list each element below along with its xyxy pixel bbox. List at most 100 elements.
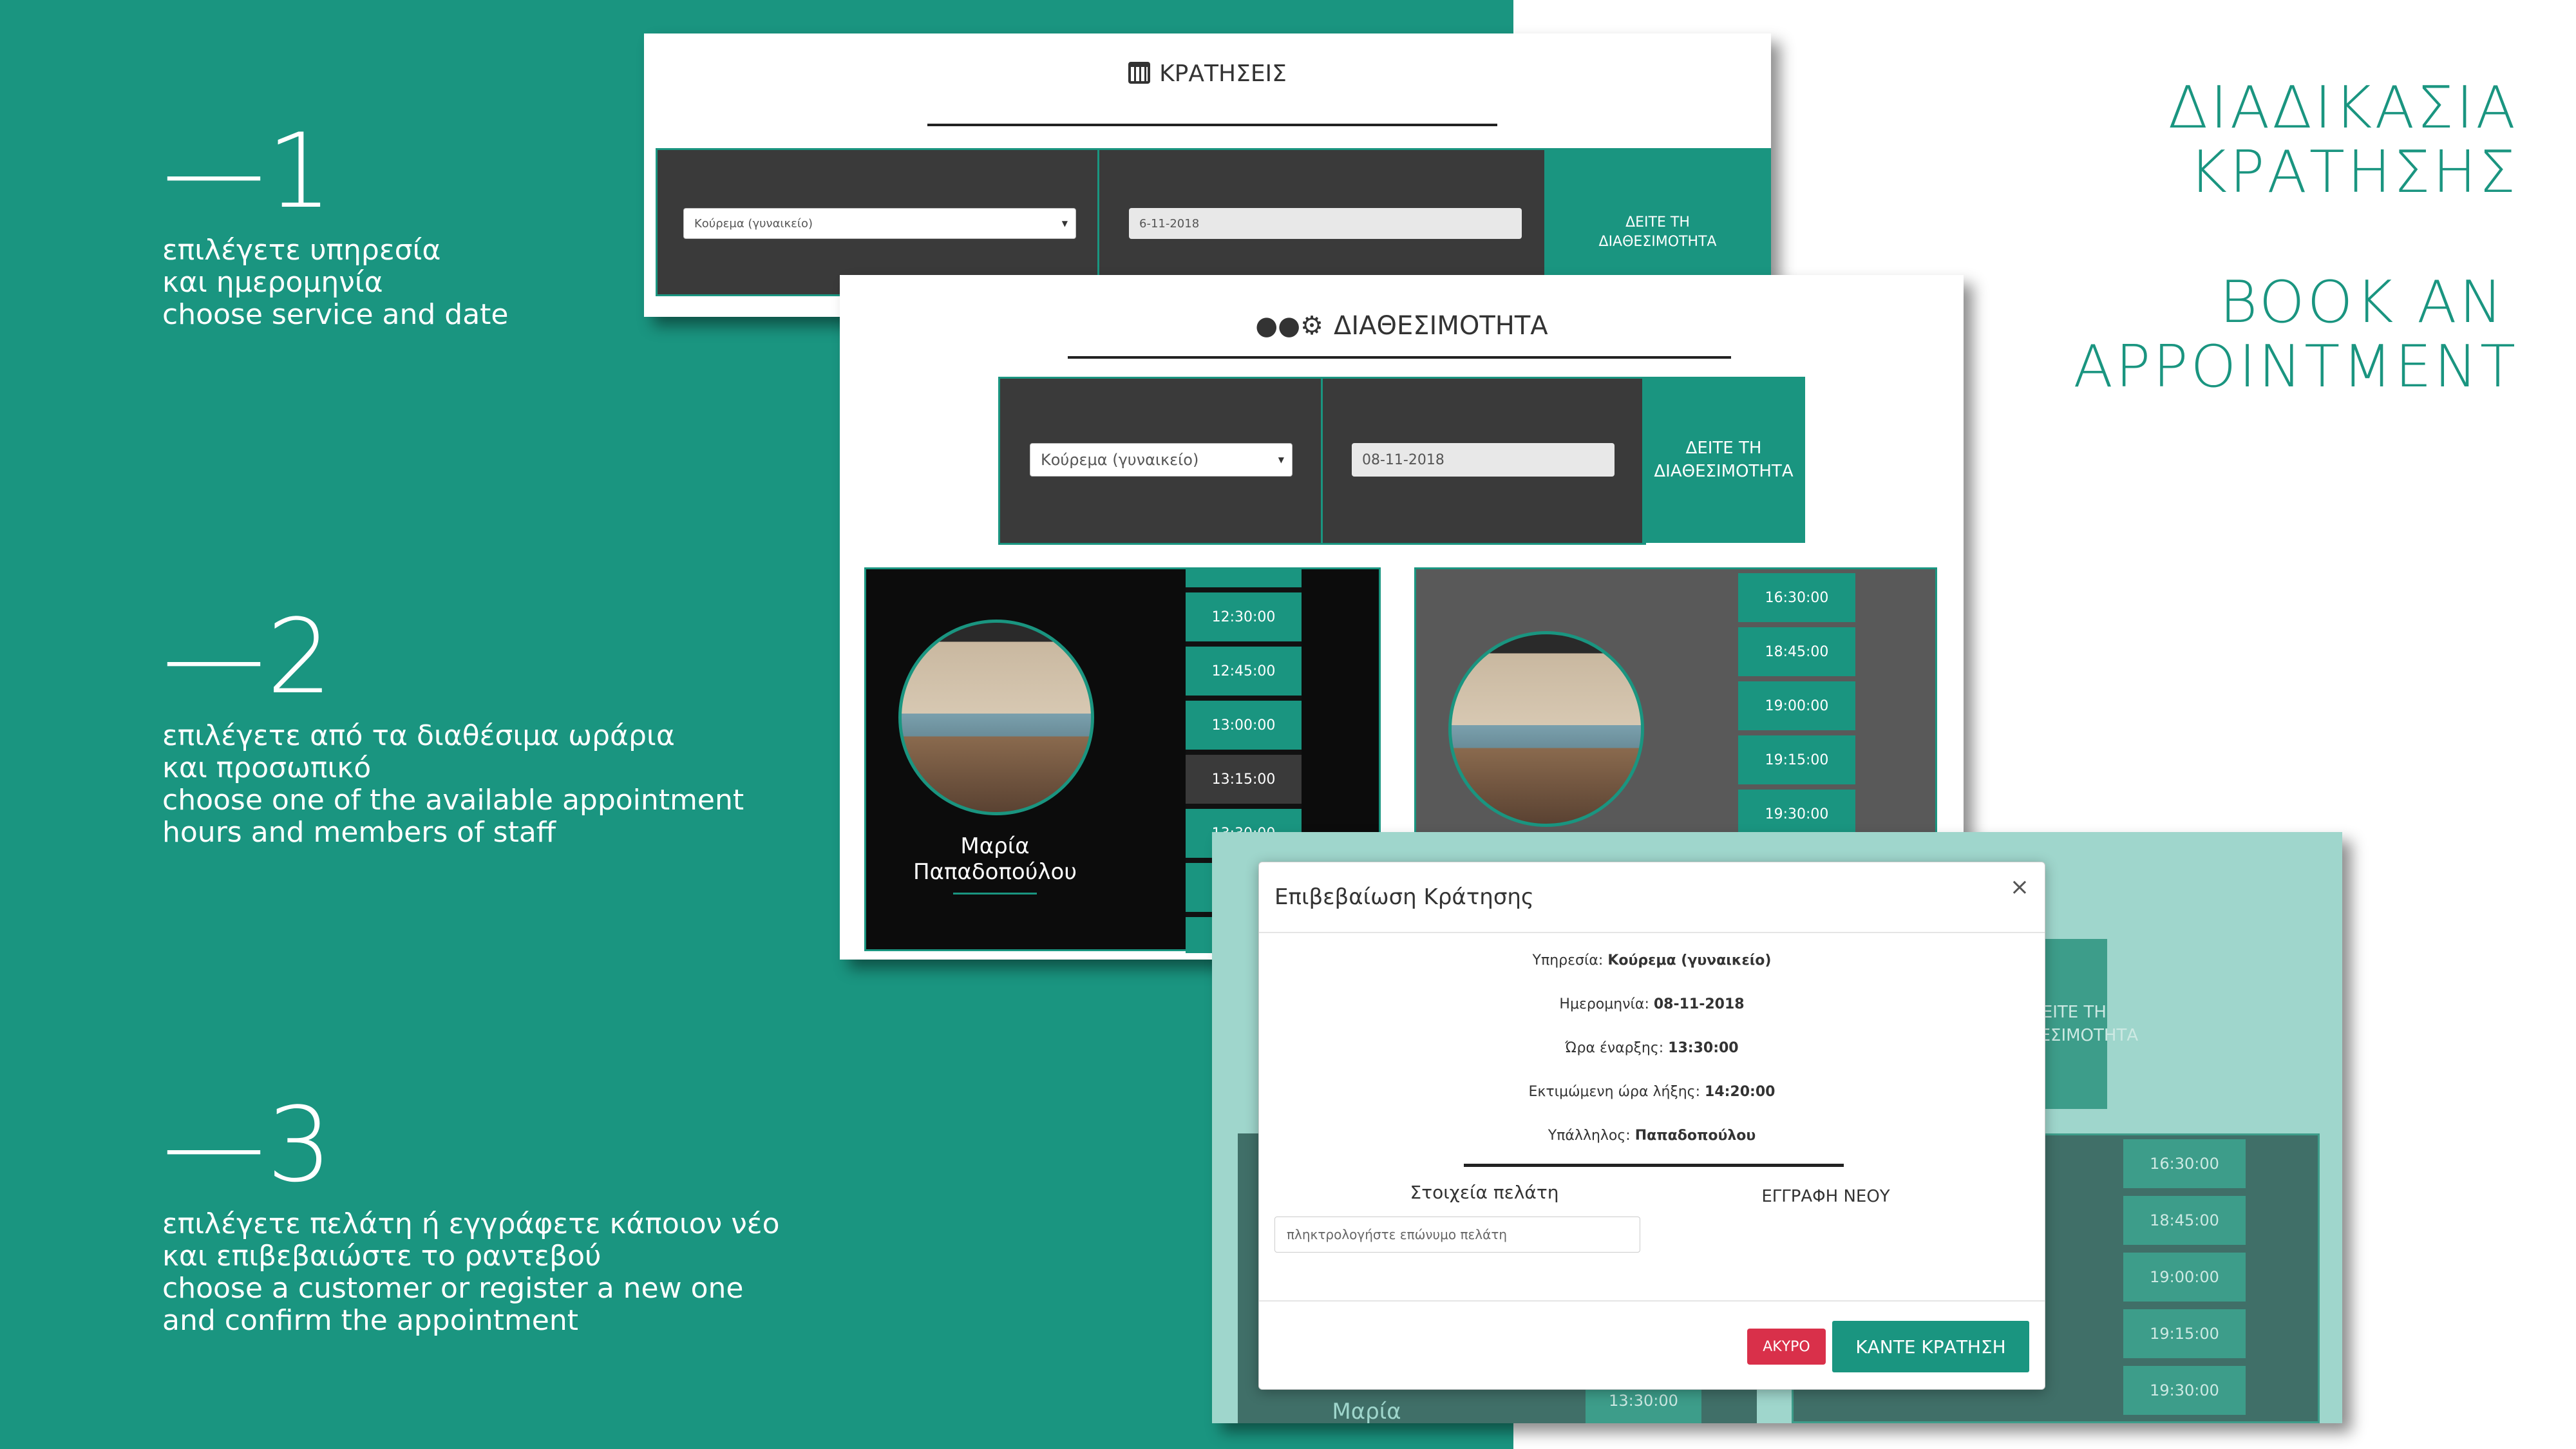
step-2: —2 επιλέγετε από τα διαθέσιμα ωράρια και… xyxy=(162,605,744,849)
availability-header: ●●⚙ ΔΙΑΘΕΣΙΜΟΤΗΤΑ xyxy=(840,311,1964,341)
time-slot[interactable]: 19:30:00 xyxy=(2123,1366,2246,1415)
time-slot-label: 19:30:00 xyxy=(1765,806,1829,822)
service-select[interactable]: Κούρεμα (γυναικείο) ▼ xyxy=(1030,443,1293,477)
step-3-line: και επιβεβαιώστε το ραντεβού xyxy=(162,1240,601,1273)
bookings-title: ΚΡΑΤΗΣΕΙΣ xyxy=(1159,61,1287,87)
modal-title: Επιβεβαίωση Κράτησης xyxy=(1274,884,1534,910)
time-slot[interactable]: 19:15:00 xyxy=(2123,1309,2246,1358)
staff-avatar xyxy=(898,620,1094,815)
time-slot-label: 13:15:00 xyxy=(1211,771,1276,788)
customer-search-input[interactable]: πληκτρολογήστε επώνυμο πελάτη xyxy=(1274,1217,1640,1253)
date-label: Ημερομηνία: xyxy=(1559,996,1649,1012)
title-english-line: BOOK AN xyxy=(2219,269,2505,336)
time-slot[interactable]: 13:00:00 xyxy=(1186,701,1302,750)
time-slot[interactable]: 16:30:00 xyxy=(1738,573,1855,622)
employee-label: Υπάλληλος: xyxy=(1548,1128,1631,1144)
time-slot[interactable]: 16:30:00 xyxy=(2123,1139,2246,1188)
register-new-link[interactable]: ΕΓΓΡΑΦΗ ΝΕΟΥ xyxy=(1761,1187,1890,1206)
title-english-line: APPOINTMENT xyxy=(2073,333,2518,401)
time-slot[interactable]: 19:15:00 xyxy=(1738,735,1855,784)
modal-divider xyxy=(1259,932,2045,933)
button-label: ΔΕΙΤΕ ΤΗ xyxy=(1625,214,1690,231)
step-1-line: και ημερομηνία xyxy=(162,266,383,299)
time-slot[interactable]: 19:00:00 xyxy=(2123,1253,2246,1302)
button-label: ΔΙΑΘΕΣΙΜΟΤΗΤΑ xyxy=(1654,462,1794,481)
employee-line: Υπάλληλος: Παπαδοπούλου xyxy=(1259,1128,2045,1144)
date-input-value: 08-11-2018 xyxy=(1362,451,1444,468)
check-availability-button[interactable]: ΔΕΙΤΕ ΤΗ ΔΙΑΘΕΣΙΜΟΤΗΤΑ xyxy=(1642,377,1805,543)
step-3-line: επιλέγετε πελάτη ή εγγράφετε κάποιον νέο xyxy=(162,1208,780,1240)
service-line: Υπηρεσία: Κούρεμα (γυναικείο) xyxy=(1259,952,2045,969)
time-slot[interactable]: 18:45:00 xyxy=(1738,627,1855,676)
step-1-number: —1 xyxy=(162,111,334,231)
start-time-line: Ώρα έναρξης: 13:30:00 xyxy=(1259,1040,2045,1056)
time-slot-label: 19:15:00 xyxy=(2150,1325,2219,1343)
time-slot[interactable] xyxy=(1186,569,1302,587)
step-3-text: επιλέγετε πελάτη ή εγγράφετε κάποιον νέο… xyxy=(162,1208,779,1337)
time-slot[interactable]: 19:30:00 xyxy=(1738,790,1855,838)
close-icon[interactable]: × xyxy=(2010,874,2029,900)
step-3: —3 επιλέγετε πελάτη ή εγγράφετε κάποιον … xyxy=(162,1094,779,1337)
confirmation-modal: Επιβεβαίωση Κράτησης × Υπηρεσία: Κούρεμα… xyxy=(1258,862,2045,1390)
staff-name: Μαρία Παπαδοπούλου xyxy=(873,833,1117,885)
date-input[interactable]: 6-11-2018 xyxy=(1129,208,1522,239)
step-1: —1 επιλέγετε υπηρεσία και ημερομηνία cho… xyxy=(162,120,508,331)
step-1-line: επιλέγετε υπηρεσία xyxy=(162,234,441,267)
staff-name-line: Παπαδοπούλου xyxy=(913,859,1077,885)
staff-name-line: Μαρία xyxy=(960,833,1030,859)
customer-section-label: Στοιχεία πελάτη xyxy=(1410,1182,1559,1203)
bookings-header: ΚΡΑΤΗΣΕΙΣ xyxy=(644,61,1771,87)
bookings-form-row: Κούρεμα (γυναικείο) ▼ 6-11-2018 xyxy=(656,148,1548,296)
title-greek: ΔΙΑΔΙΚΑΣΙΑ ΚΡΑΤΗΣΗΣ xyxy=(2168,76,2518,205)
submit-booking-label: ΚΑΝΤΕ ΚΡΑΤΗΣΗ xyxy=(1855,1336,2006,1358)
step-1-line: choose service and date xyxy=(162,298,509,331)
time-slot-label: 16:30:00 xyxy=(2150,1155,2219,1173)
time-slot-label: 18:45:00 xyxy=(2150,1211,2219,1229)
service-select[interactable]: Κούρεμα (γυναικείο) ▼ xyxy=(683,208,1076,239)
service-select-value: Κούρεμα (γυναικείο) xyxy=(694,216,813,231)
step-2-line: hours and members of staff xyxy=(162,816,556,849)
step-3-line: and confirm the appointment xyxy=(162,1304,579,1337)
time-slot-label: 13:00:00 xyxy=(1211,717,1276,734)
caret-down-icon: ▼ xyxy=(1278,455,1284,464)
start-time-value: 13:30:00 xyxy=(1668,1040,1739,1056)
time-slot-label: 18:45:00 xyxy=(1765,643,1829,660)
step-3-line: choose a customer or register a new one xyxy=(162,1272,744,1305)
end-time-value: 14:20:00 xyxy=(1705,1084,1776,1100)
time-slot-label: 16:30:00 xyxy=(1765,589,1829,606)
time-slot-selected[interactable]: 13:15:00 xyxy=(1186,755,1302,804)
service-label: Υπηρεσία: xyxy=(1532,952,1604,969)
cancel-button[interactable]: ΑΚΥΡΟ xyxy=(1747,1329,1826,1365)
submit-booking-button[interactable]: ΚΑΝΤΕ ΚΡΑΤΗΣΗ xyxy=(1832,1321,2029,1372)
step-3-number: —3 xyxy=(162,1084,334,1205)
time-slot[interactable]: 19:00:00 xyxy=(1738,681,1855,730)
date-input[interactable]: 08-11-2018 xyxy=(1352,443,1615,477)
users-cog-icon: ●●⚙ xyxy=(1255,311,1323,341)
date-input-value: 6-11-2018 xyxy=(1139,216,1200,231)
service-select-value: Κούρεμα (γυναικείο) xyxy=(1041,451,1199,469)
date-value: 08-11-2018 xyxy=(1653,996,1745,1012)
time-slot[interactable]: 12:30:00 xyxy=(1186,592,1302,641)
step-2-line: και προσωπικό xyxy=(162,752,372,784)
date-line: Ημερομηνία: 08-11-2018 xyxy=(1259,996,2045,1012)
time-slot-label: 13:30:00 xyxy=(1609,1392,1678,1410)
cancel-button-label: ΑΚΥΡΟ xyxy=(1763,1338,1810,1355)
time-slot[interactable]: 18:45:00 xyxy=(2123,1196,2246,1245)
modal-footer-divider xyxy=(1259,1300,2045,1302)
caret-down-icon: ▼ xyxy=(1061,219,1068,228)
title-english: BOOK AN APPOINTMENT xyxy=(2073,270,2518,399)
end-time-label: Εκτιμώμενη ώρα λήξης: xyxy=(1528,1084,1701,1100)
time-slot-label: 19:00:00 xyxy=(2150,1268,2219,1286)
step-2-line: choose one of the available appointment xyxy=(162,784,744,817)
time-slot-label: 19:00:00 xyxy=(1765,697,1829,714)
column-divider xyxy=(1097,150,1099,294)
employee-value: Παπαδοπούλου xyxy=(1634,1128,1756,1144)
time-slot[interactable]: 12:45:00 xyxy=(1186,647,1302,696)
time-slot-label: 12:30:00 xyxy=(1211,609,1276,625)
button-label: ΔΕΙΤΕ ΤΗ xyxy=(1685,439,1762,458)
staff-name: Μαρία xyxy=(1332,1399,1401,1425)
availability-form-row: Κούρεμα (γυναικείο) ▼ 08-11-2018 xyxy=(998,377,1646,545)
button-label: ΔΙΑΘΕΣΙΜΟΤΗΤΑ xyxy=(1598,234,1717,250)
calendar-icon xyxy=(1128,62,1151,84)
end-time-line: Εκτιμώμενη ώρα λήξης: 14:20:00 xyxy=(1259,1084,2045,1100)
